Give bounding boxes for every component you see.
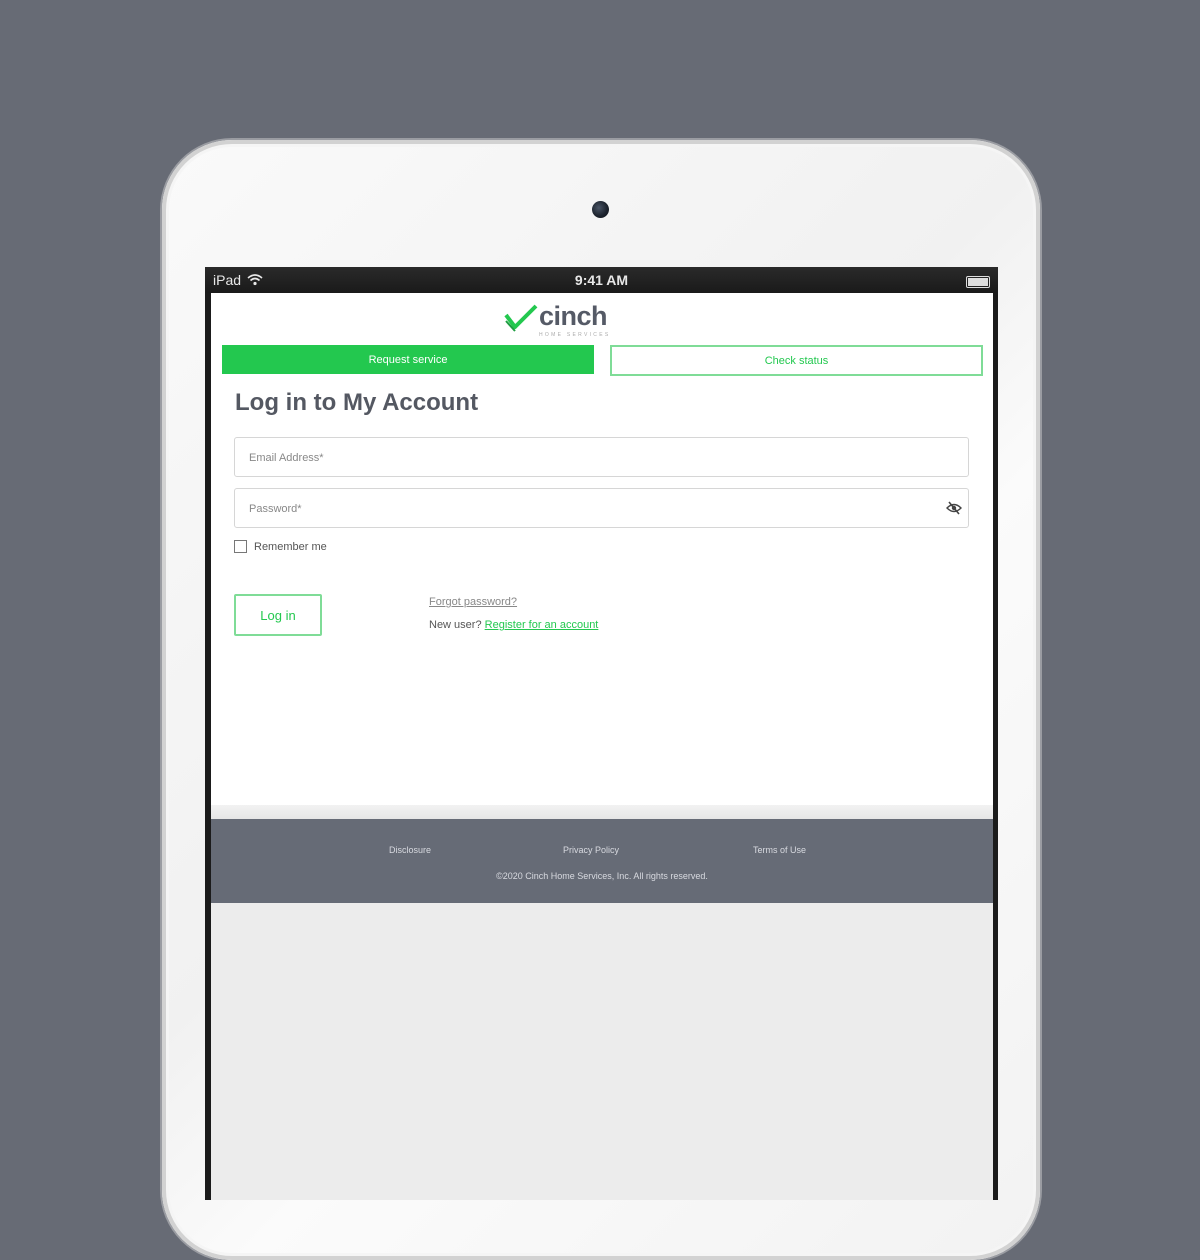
eye-slash-icon[interactable] bbox=[946, 501, 962, 515]
logo-wordmark: cinch bbox=[539, 301, 608, 331]
remember-me[interactable]: Remember me bbox=[234, 540, 327, 553]
footer: Disclosure Privacy Policy Terms of Use ©… bbox=[211, 819, 993, 903]
status-bar: iPad 9:41 AM bbox=[205, 267, 998, 293]
page-title: Log in to My Account bbox=[235, 389, 479, 416]
login-button[interactable]: Log in bbox=[234, 594, 322, 636]
email-input[interactable] bbox=[247, 438, 941, 478]
checkmark-icon bbox=[504, 304, 538, 332]
logo-tagline: HOME SERVICES bbox=[539, 332, 611, 338]
remember-checkbox[interactable] bbox=[234, 540, 247, 553]
forgot-password-link[interactable]: Forgot password? bbox=[429, 596, 517, 608]
device-screen: iPad 9:41 AM cinch HOME SERVICES Request… bbox=[205, 267, 998, 1200]
footer-link-privacy[interactable]: Privacy Policy bbox=[563, 845, 619, 855]
empty-page-area bbox=[211, 903, 993, 1200]
battery-icon bbox=[966, 276, 990, 288]
register-link[interactable]: Register for an account bbox=[485, 619, 599, 631]
footer-link-disclosure[interactable]: Disclosure bbox=[389, 845, 431, 855]
request-service-button[interactable]: Request service bbox=[222, 345, 594, 374]
status-time: 9:41 AM bbox=[574, 272, 629, 288]
camera-icon bbox=[592, 201, 609, 218]
new-user-line: New user? Register for an account bbox=[429, 619, 598, 631]
footer-divider bbox=[211, 805, 993, 819]
cinch-logo[interactable]: cinch HOME SERVICES bbox=[503, 299, 613, 339]
footer-link-terms[interactable]: Terms of Use bbox=[753, 845, 806, 855]
app-page: cinch HOME SERVICES Request service Chec… bbox=[211, 293, 993, 1200]
check-status-button[interactable]: Check status bbox=[610, 345, 983, 376]
password-input[interactable] bbox=[247, 489, 941, 529]
remember-label: Remember me bbox=[254, 540, 327, 553]
email-field[interactable] bbox=[234, 437, 969, 478]
password-field[interactable] bbox=[234, 488, 969, 529]
copyright-text: ©2020 Cinch Home Services, Inc. All righ… bbox=[496, 871, 708, 881]
new-user-text: New user? bbox=[429, 619, 482, 631]
